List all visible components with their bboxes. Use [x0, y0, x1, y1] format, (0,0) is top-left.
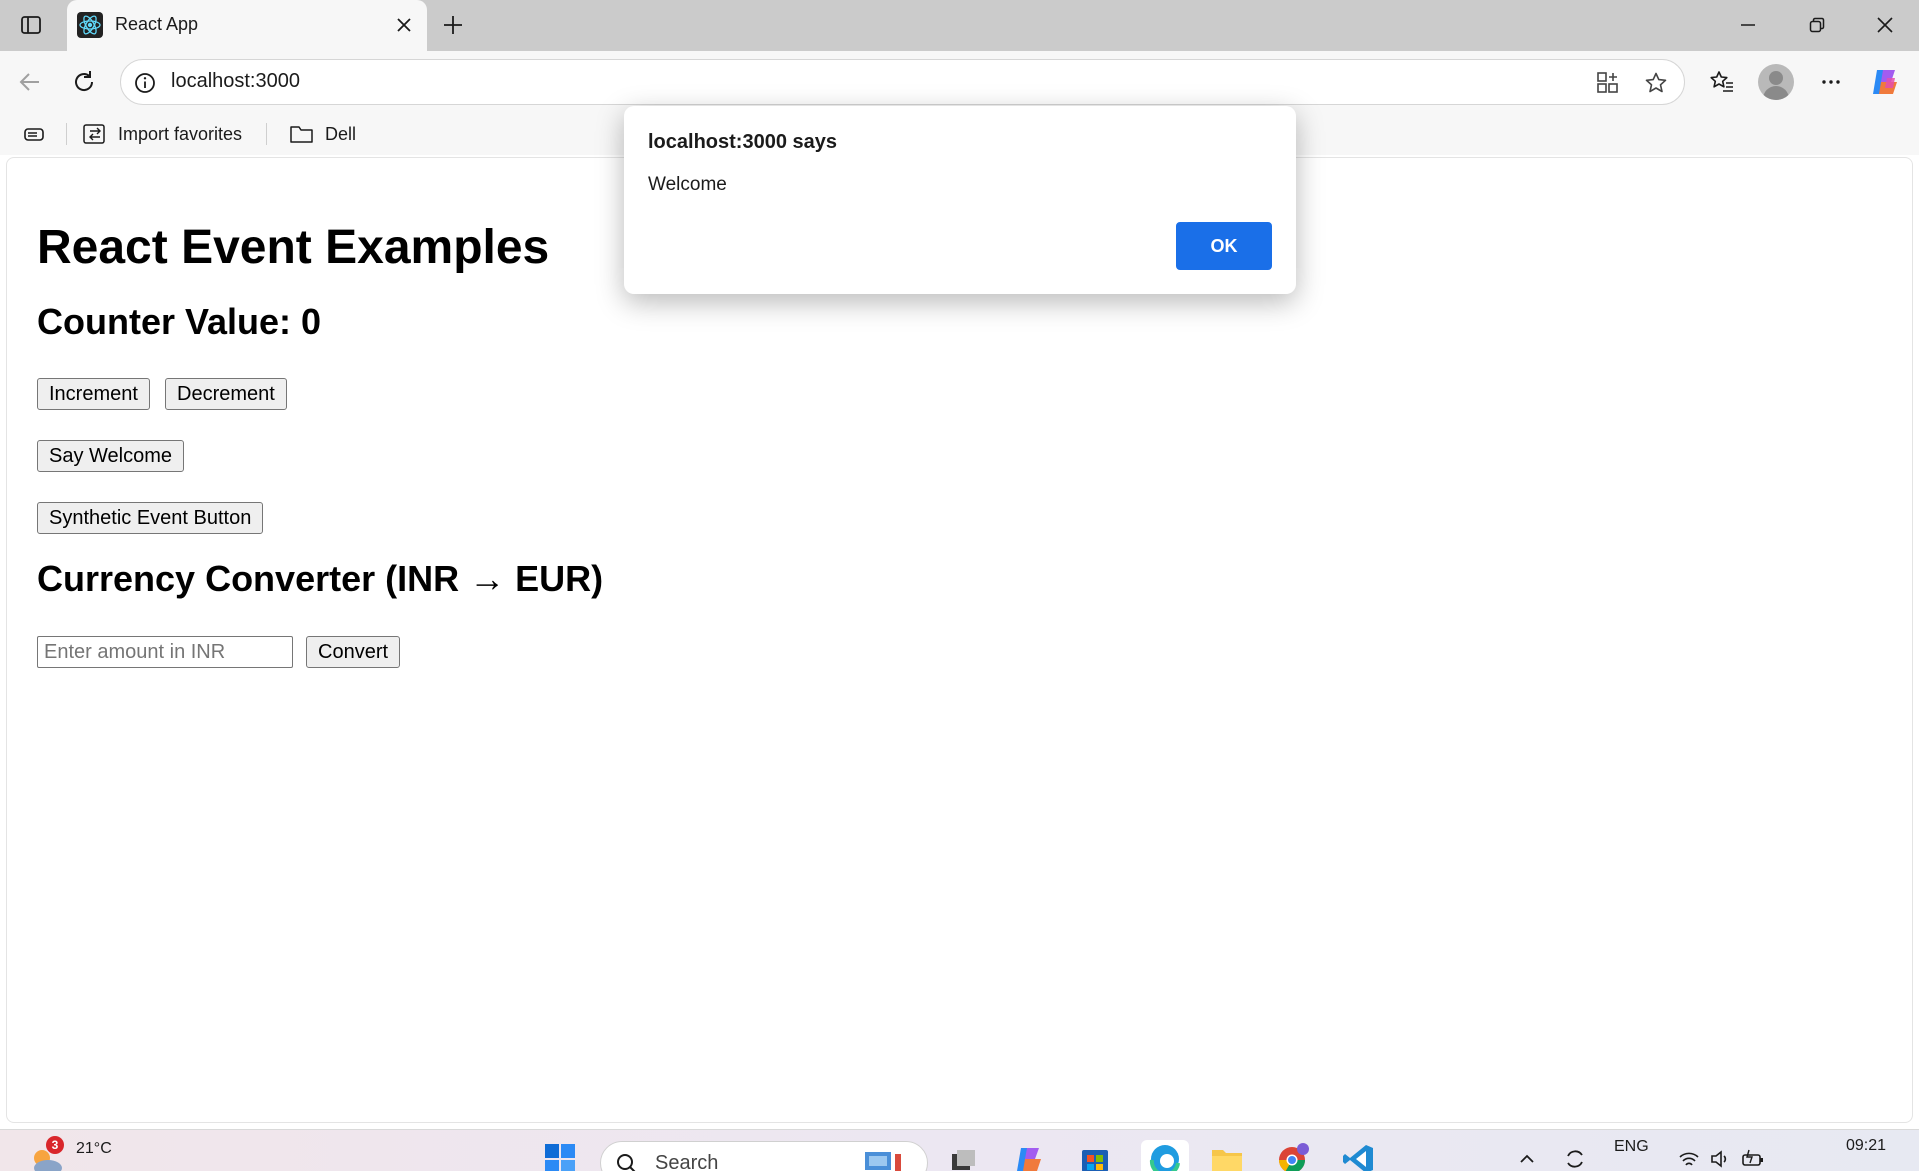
- restore-icon: [1809, 17, 1825, 33]
- microsoft-store-button[interactable]: [1076, 1140, 1114, 1171]
- currency-heading: Currency Converter (INR → EUR): [37, 558, 604, 599]
- restore-button[interactable]: [1797, 8, 1837, 42]
- new-tab-button[interactable]: [438, 10, 468, 40]
- collections-icon: [24, 128, 44, 141]
- edge-taskbar-button[interactable]: [1141, 1140, 1189, 1171]
- close-window-button[interactable]: [1865, 8, 1905, 42]
- url-text[interactable]: localhost:3000: [171, 70, 300, 93]
- back-arrow-icon: [19, 73, 39, 91]
- amount-inr-input[interactable]: [37, 636, 293, 668]
- settings-more-button[interactable]: [1813, 64, 1849, 100]
- favorites-separator: [266, 123, 267, 145]
- language-indicator[interactable]: ENG: [1614, 1138, 1649, 1156]
- add-favorite-button[interactable]: [1643, 70, 1669, 96]
- chevron-up-icon: [1520, 1154, 1534, 1163]
- site-info-icon[interactable]: [133, 71, 157, 95]
- copilot-icon[interactable]: [1867, 64, 1903, 100]
- windows-logo-icon: [545, 1144, 575, 1171]
- tab-actions-button[interactable]: [14, 10, 48, 40]
- task-view-icon: [952, 1150, 975, 1170]
- sync-tray-button[interactable]: [1556, 1140, 1594, 1171]
- refresh-icon: [75, 71, 94, 91]
- vscode-icon: [1343, 1145, 1373, 1171]
- import-favorites-icon: [83, 124, 105, 144]
- more-dots-icon: [1822, 80, 1840, 84]
- tab-actions-icon: [21, 16, 41, 34]
- back-button[interactable]: [12, 64, 48, 100]
- profile-avatar[interactable]: [1758, 64, 1794, 100]
- address-bar[interactable]: localhost:3000: [120, 59, 1685, 105]
- avatar-body: [1763, 86, 1789, 100]
- page-content: React Event Examples Counter Value: 0 In…: [6, 157, 1913, 1123]
- counter-heading: Counter Value: 0: [37, 301, 322, 342]
- plus-icon: [444, 16, 462, 34]
- minimize-icon: [1741, 24, 1755, 26]
- chrome-icon: [1278, 1143, 1309, 1171]
- synthetic-event-button[interactable]: Synthetic Event Button: [37, 502, 264, 534]
- minimize-button[interactable]: [1728, 8, 1768, 42]
- close-tab-button[interactable]: [393, 14, 415, 36]
- dialog-message: Welcome: [648, 174, 727, 195]
- favorites-star-list-icon: [1710, 71, 1733, 92]
- search-placeholder: Search: [655, 1152, 719, 1171]
- vscode-button[interactable]: [1340, 1140, 1378, 1171]
- close-icon: [1877, 17, 1893, 33]
- search-highlight-icon: [865, 1152, 901, 1171]
- dell-folder-label: Dell: [325, 123, 357, 144]
- close-icon: [397, 18, 411, 32]
- taskbar-search-box[interactable]: Search: [600, 1141, 928, 1171]
- import-favorites-link[interactable]: Import favorites: [82, 119, 242, 149]
- copilot-taskbar-button[interactable]: [1010, 1140, 1048, 1171]
- browser-toolbar: localhost:3000: [0, 51, 1919, 113]
- battery-tray[interactable]: [1734, 1140, 1772, 1171]
- windows-taskbar: 3 21°C Search ENG 09:21: [0, 1129, 1919, 1171]
- convert-button[interactable]: Convert: [306, 636, 401, 668]
- avatar-head: [1769, 71, 1783, 85]
- tab-strip: React App: [0, 0, 1919, 51]
- dialog-title: localhost:3000 says: [648, 131, 837, 153]
- refresh-button[interactable]: [66, 64, 102, 100]
- react-logo-icon: [77, 12, 103, 38]
- task-view-button[interactable]: [944, 1140, 982, 1171]
- tab-react-app[interactable]: React App: [67, 0, 427, 51]
- apps-grid-icon: [1597, 72, 1618, 93]
- increment-button[interactable]: Increment: [37, 378, 150, 410]
- page-title: React Event Examples: [37, 221, 550, 274]
- folder-icon: [290, 126, 313, 143]
- sync-icon: [1567, 1150, 1583, 1168]
- dialog-ok-button[interactable]: OK: [1176, 222, 1272, 270]
- speaker-icon: [1711, 1150, 1727, 1168]
- chrome-button[interactable]: [1274, 1140, 1312, 1171]
- edge-icon: [1149, 1145, 1180, 1171]
- weather-temperature: 21°C: [76, 1140, 112, 1157]
- app-available-button[interactable]: [1595, 70, 1621, 96]
- weather-badge: 3: [46, 1136, 64, 1154]
- search-icon: [617, 1154, 636, 1171]
- store-icon: [1082, 1150, 1108, 1171]
- copilot-icon: [1017, 1148, 1041, 1171]
- folder-icon: [1212, 1150, 1242, 1171]
- start-button[interactable]: [541, 1140, 579, 1171]
- battery-icon: [1742, 1149, 1763, 1166]
- dell-folder-link[interactable]: Dell: [289, 119, 356, 149]
- decrement-button[interactable]: Decrement: [165, 378, 287, 410]
- favorites-separator: [66, 123, 67, 145]
- tab-title: React App: [115, 14, 199, 34]
- alert-dialog: localhost:3000 says Welcome OK: [624, 106, 1296, 294]
- favorites-button[interactable]: [1704, 64, 1740, 100]
- show-hidden-icons-button[interactable]: [1508, 1140, 1546, 1171]
- collections-button[interactable]: [22, 119, 46, 149]
- clock-time[interactable]: 09:21: [1846, 1137, 1886, 1155]
- wifi-icon: [1679, 1152, 1699, 1166]
- file-explorer-button[interactable]: [1208, 1140, 1246, 1171]
- import-favorites-label: Import favorites: [118, 123, 243, 144]
- star-icon: [1645, 72, 1667, 93]
- say-welcome-button[interactable]: Say Welcome: [37, 440, 185, 472]
